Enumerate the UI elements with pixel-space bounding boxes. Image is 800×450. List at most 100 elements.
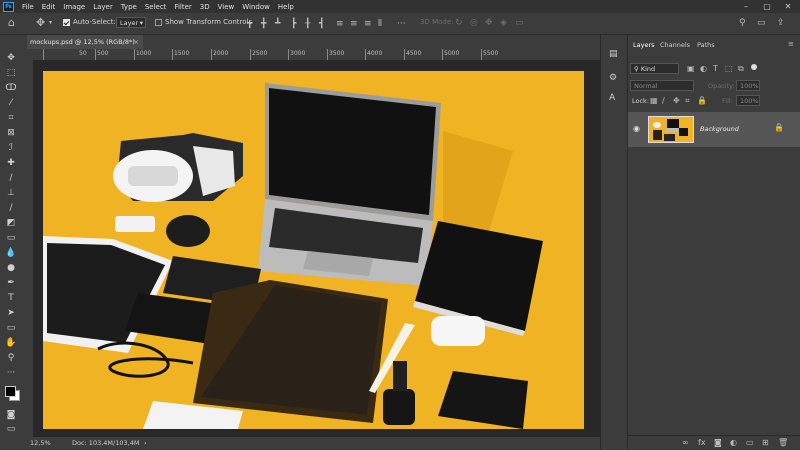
blur-tool-icon[interactable]: 💧 bbox=[3, 246, 19, 260]
type-tool-icon[interactable]: T bbox=[3, 291, 19, 305]
lock-all-icon[interactable]: 🔒 bbox=[697, 96, 707, 105]
distribute-middle-icon[interactable]: ≡ bbox=[350, 19, 358, 29]
align-center-icon[interactable]: ╂ bbox=[305, 19, 310, 29]
eye-icon[interactable]: ◉ bbox=[633, 124, 640, 133]
lock-position-icon[interactable]: ✥ bbox=[673, 96, 680, 105]
filter-type-icon[interactable]: T bbox=[713, 64, 718, 73]
tab-layers[interactable]: Layers bbox=[633, 41, 655, 49]
history-panel-icon[interactable]: ▤ bbox=[609, 49, 618, 59]
gradient-tool-icon[interactable]: ▭ bbox=[3, 231, 19, 245]
menu-view[interactable]: View bbox=[214, 3, 239, 11]
more-options-icon[interactable]: ··· bbox=[397, 19, 406, 29]
adjustment-layer-icon[interactable]: ◐ bbox=[730, 438, 737, 447]
menu-filter[interactable]: Filter bbox=[170, 3, 195, 11]
maximize-button[interactable]: ▢ bbox=[757, 0, 777, 13]
align-top-icon[interactable]: ┳ bbox=[247, 19, 252, 29]
filter-pixel-icon[interactable]: ▣ bbox=[687, 64, 695, 73]
link-layers-icon[interactable]: ∞ bbox=[682, 438, 689, 447]
pen-tool-icon[interactable]: ✒ bbox=[3, 276, 19, 290]
menu-type[interactable]: Type bbox=[117, 3, 141, 11]
chevron-down-icon[interactable]: ▾ bbox=[49, 18, 52, 28]
tab-paths[interactable]: Paths bbox=[697, 41, 715, 49]
close-window-button[interactable]: ✕ bbox=[778, 0, 798, 13]
new-group-icon[interactable]: ▭ bbox=[746, 438, 754, 447]
layer-name[interactable]: Background bbox=[700, 125, 739, 133]
photoshop-logo[interactable]: Ps bbox=[3, 1, 14, 12]
crop-tool-icon[interactable]: ⌗ bbox=[3, 111, 19, 125]
menu-layer[interactable]: Layer bbox=[89, 3, 117, 11]
panel-menu-icon[interactable]: ≡ bbox=[788, 40, 794, 48]
color-swatches-icon[interactable] bbox=[3, 383, 20, 405]
move-tool-icon[interactable]: ✥ bbox=[36, 17, 45, 28]
document-canvas[interactable] bbox=[43, 71, 584, 429]
share-icon[interactable]: ⇪ bbox=[777, 18, 785, 28]
add-mask-icon[interactable]: ◙ bbox=[714, 438, 722, 447]
brush-tool-icon[interactable]: ∕ bbox=[3, 171, 19, 185]
distribute-bottom-icon[interactable]: ≡ bbox=[364, 19, 372, 29]
layer-filter-dropdown[interactable]: ⚲ Kind bbox=[630, 63, 679, 74]
new-layer-icon[interactable]: ⊞ bbox=[762, 438, 769, 447]
rectangle-tool-icon[interactable]: ▭ bbox=[3, 321, 19, 335]
filter-smart-object-icon[interactable]: ⧉ bbox=[738, 64, 744, 74]
path-select-tool-icon[interactable]: ➤ bbox=[3, 306, 19, 320]
menu-image[interactable]: Image bbox=[59, 3, 89, 11]
healing-brush-tool-icon[interactable]: ✚ bbox=[3, 156, 19, 170]
quick-mask-icon[interactable]: ◙ bbox=[3, 408, 19, 422]
dodge-tool-icon[interactable]: ● bbox=[3, 261, 19, 275]
foreground-color-swatch[interactable] bbox=[5, 386, 16, 397]
clone-stamp-tool-icon[interactable]: ⊥ bbox=[3, 186, 19, 200]
lock-artboard-icon[interactable]: ⌗ bbox=[685, 96, 690, 106]
quick-select-tool-icon[interactable]: ⁄ bbox=[3, 96, 19, 110]
move-tool-icon[interactable]: ✥ bbox=[3, 51, 19, 65]
align-right-icon[interactable]: ┫ bbox=[319, 19, 324, 29]
marquee-tool-icon[interactable]: ⬚ bbox=[3, 66, 19, 80]
menu-help[interactable]: Help bbox=[274, 3, 298, 11]
eyedropper-tool-icon[interactable]: ℐ bbox=[3, 141, 19, 155]
close-tab-icon[interactable]: × bbox=[134, 35, 139, 49]
frame-tool-icon[interactable]: ⊠ bbox=[3, 126, 19, 140]
eraser-tool-icon[interactable]: ◩ bbox=[3, 216, 19, 230]
screen-mode-icon[interactable]: ▭ bbox=[3, 422, 19, 436]
auto-select-checkbox[interactable] bbox=[63, 19, 70, 26]
search-icon[interactable]: ⚲ bbox=[739, 18, 746, 28]
hand-tool-icon[interactable]: ✋ bbox=[3, 336, 19, 350]
align-bottom-icon[interactable]: ┻ bbox=[275, 19, 280, 29]
horizontal-ruler[interactable]: 50 500 1000 1500 2000 2500 3000 3500 400… bbox=[22, 49, 600, 60]
auto-select-target-dropdown[interactable]: Layer ▾ bbox=[116, 17, 146, 28]
transform-controls-checkbox[interactable] bbox=[155, 19, 162, 26]
zoom-tool-icon[interactable]: ⚲ bbox=[3, 351, 19, 365]
properties-panel-icon[interactable]: ⚙ bbox=[609, 73, 617, 83]
menu-window[interactable]: Window bbox=[238, 3, 274, 11]
menu-edit[interactable]: Edit bbox=[38, 3, 60, 11]
filter-toggle-icon[interactable] bbox=[751, 64, 757, 70]
delete-layer-icon[interactable]: 🗑 bbox=[778, 438, 788, 447]
zoom-level[interactable]: 12,5% bbox=[30, 439, 51, 447]
blend-mode-dropdown[interactable]: Normal bbox=[630, 80, 694, 91]
document-tab[interactable]: mockups.psd @ 12,5% (RGB/8*) × bbox=[27, 35, 143, 49]
opacity-field[interactable]: 100% bbox=[736, 80, 760, 91]
vertical-ruler[interactable] bbox=[22, 60, 33, 437]
layer-style-icon[interactable]: fx bbox=[698, 438, 706, 447]
filter-adjustment-icon[interactable]: ◐ bbox=[700, 64, 707, 73]
align-middle-icon[interactable]: ╋ bbox=[261, 19, 266, 29]
minimize-button[interactable]: – bbox=[736, 0, 756, 13]
distribute-left-icon[interactable]: ⦀ bbox=[378, 19, 382, 29]
history-brush-tool-icon[interactable]: ∕ bbox=[3, 201, 19, 215]
tab-channels[interactable]: Channels bbox=[660, 41, 690, 49]
workspace-icon[interactable]: ▭ bbox=[757, 18, 766, 28]
menu-3d[interactable]: 3D bbox=[196, 3, 214, 11]
menu-file[interactable]: File bbox=[18, 3, 38, 11]
lock-transparent-icon[interactable]: ▦ bbox=[650, 96, 658, 105]
distribute-top-icon[interactable]: ≡ bbox=[336, 19, 344, 29]
menu-select[interactable]: Select bbox=[141, 3, 171, 11]
home-icon[interactable]: ⌂ bbox=[8, 17, 15, 28]
lock-image-icon[interactable]: ∕ bbox=[662, 96, 665, 105]
layer-row[interactable]: ◉ Background 🔒 bbox=[628, 112, 800, 147]
fill-field[interactable]: 100% bbox=[736, 95, 760, 106]
character-panel-icon[interactable]: A bbox=[609, 93, 615, 103]
align-left-icon[interactable]: ┣ bbox=[291, 19, 296, 29]
more-tools-icon[interactable]: ··· bbox=[3, 366, 19, 380]
status-menu-arrow[interactable]: › bbox=[144, 439, 147, 447]
lasso-tool-icon[interactable]: ↀ bbox=[3, 81, 19, 95]
filter-shape-icon[interactable]: ⬚ bbox=[725, 64, 733, 73]
